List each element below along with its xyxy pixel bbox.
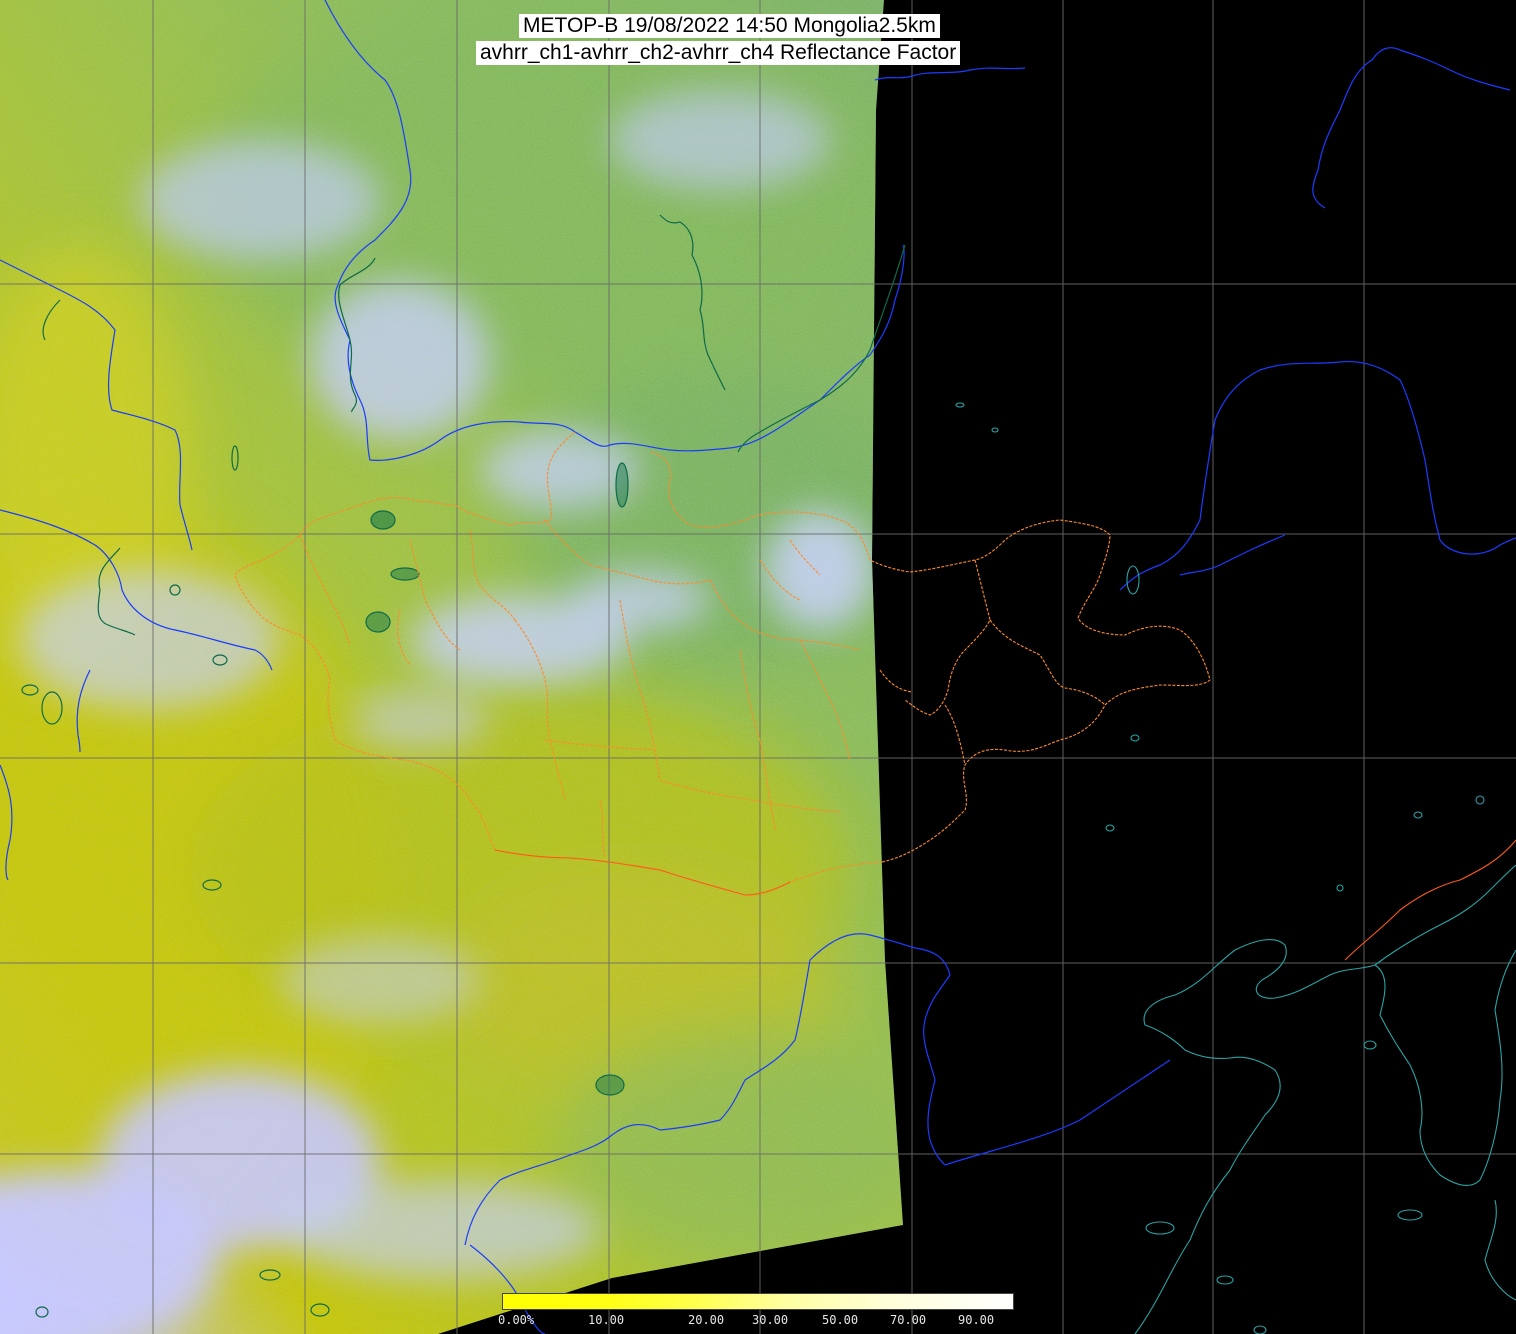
map-title-line-2: avhrr_ch1-avhrr_ch2-avhrr_ch4 Reflectanc… (476, 41, 961, 65)
imagery-swath (0, 0, 903, 1334)
lake-qinghai (595, 1074, 625, 1096)
colorbar-tick-label: 20.00 (688, 1313, 725, 1327)
map-title-line-1: METOP-B 19/08/2022 14:50 Mongolia2.5km (519, 14, 940, 38)
lake-khovsgol (370, 510, 396, 530)
lake-khyargas (365, 611, 391, 633)
lake-buir (615, 462, 629, 508)
colorbar-tick-label: 30.00 (752, 1313, 789, 1327)
colorbar-tick-label: 10.00 (588, 1313, 625, 1327)
colorbar-tick-label: 70.00 (890, 1313, 927, 1327)
colorbar-legend (502, 1293, 1014, 1310)
satellite-map (0, 0, 1516, 1334)
colorbar-tick-label: 0.00% (498, 1313, 535, 1327)
colorbar-tick-label: 90.00 (958, 1313, 995, 1327)
lake-uvs (390, 567, 420, 581)
colorbar-tick-label: 50.00 (822, 1313, 859, 1327)
